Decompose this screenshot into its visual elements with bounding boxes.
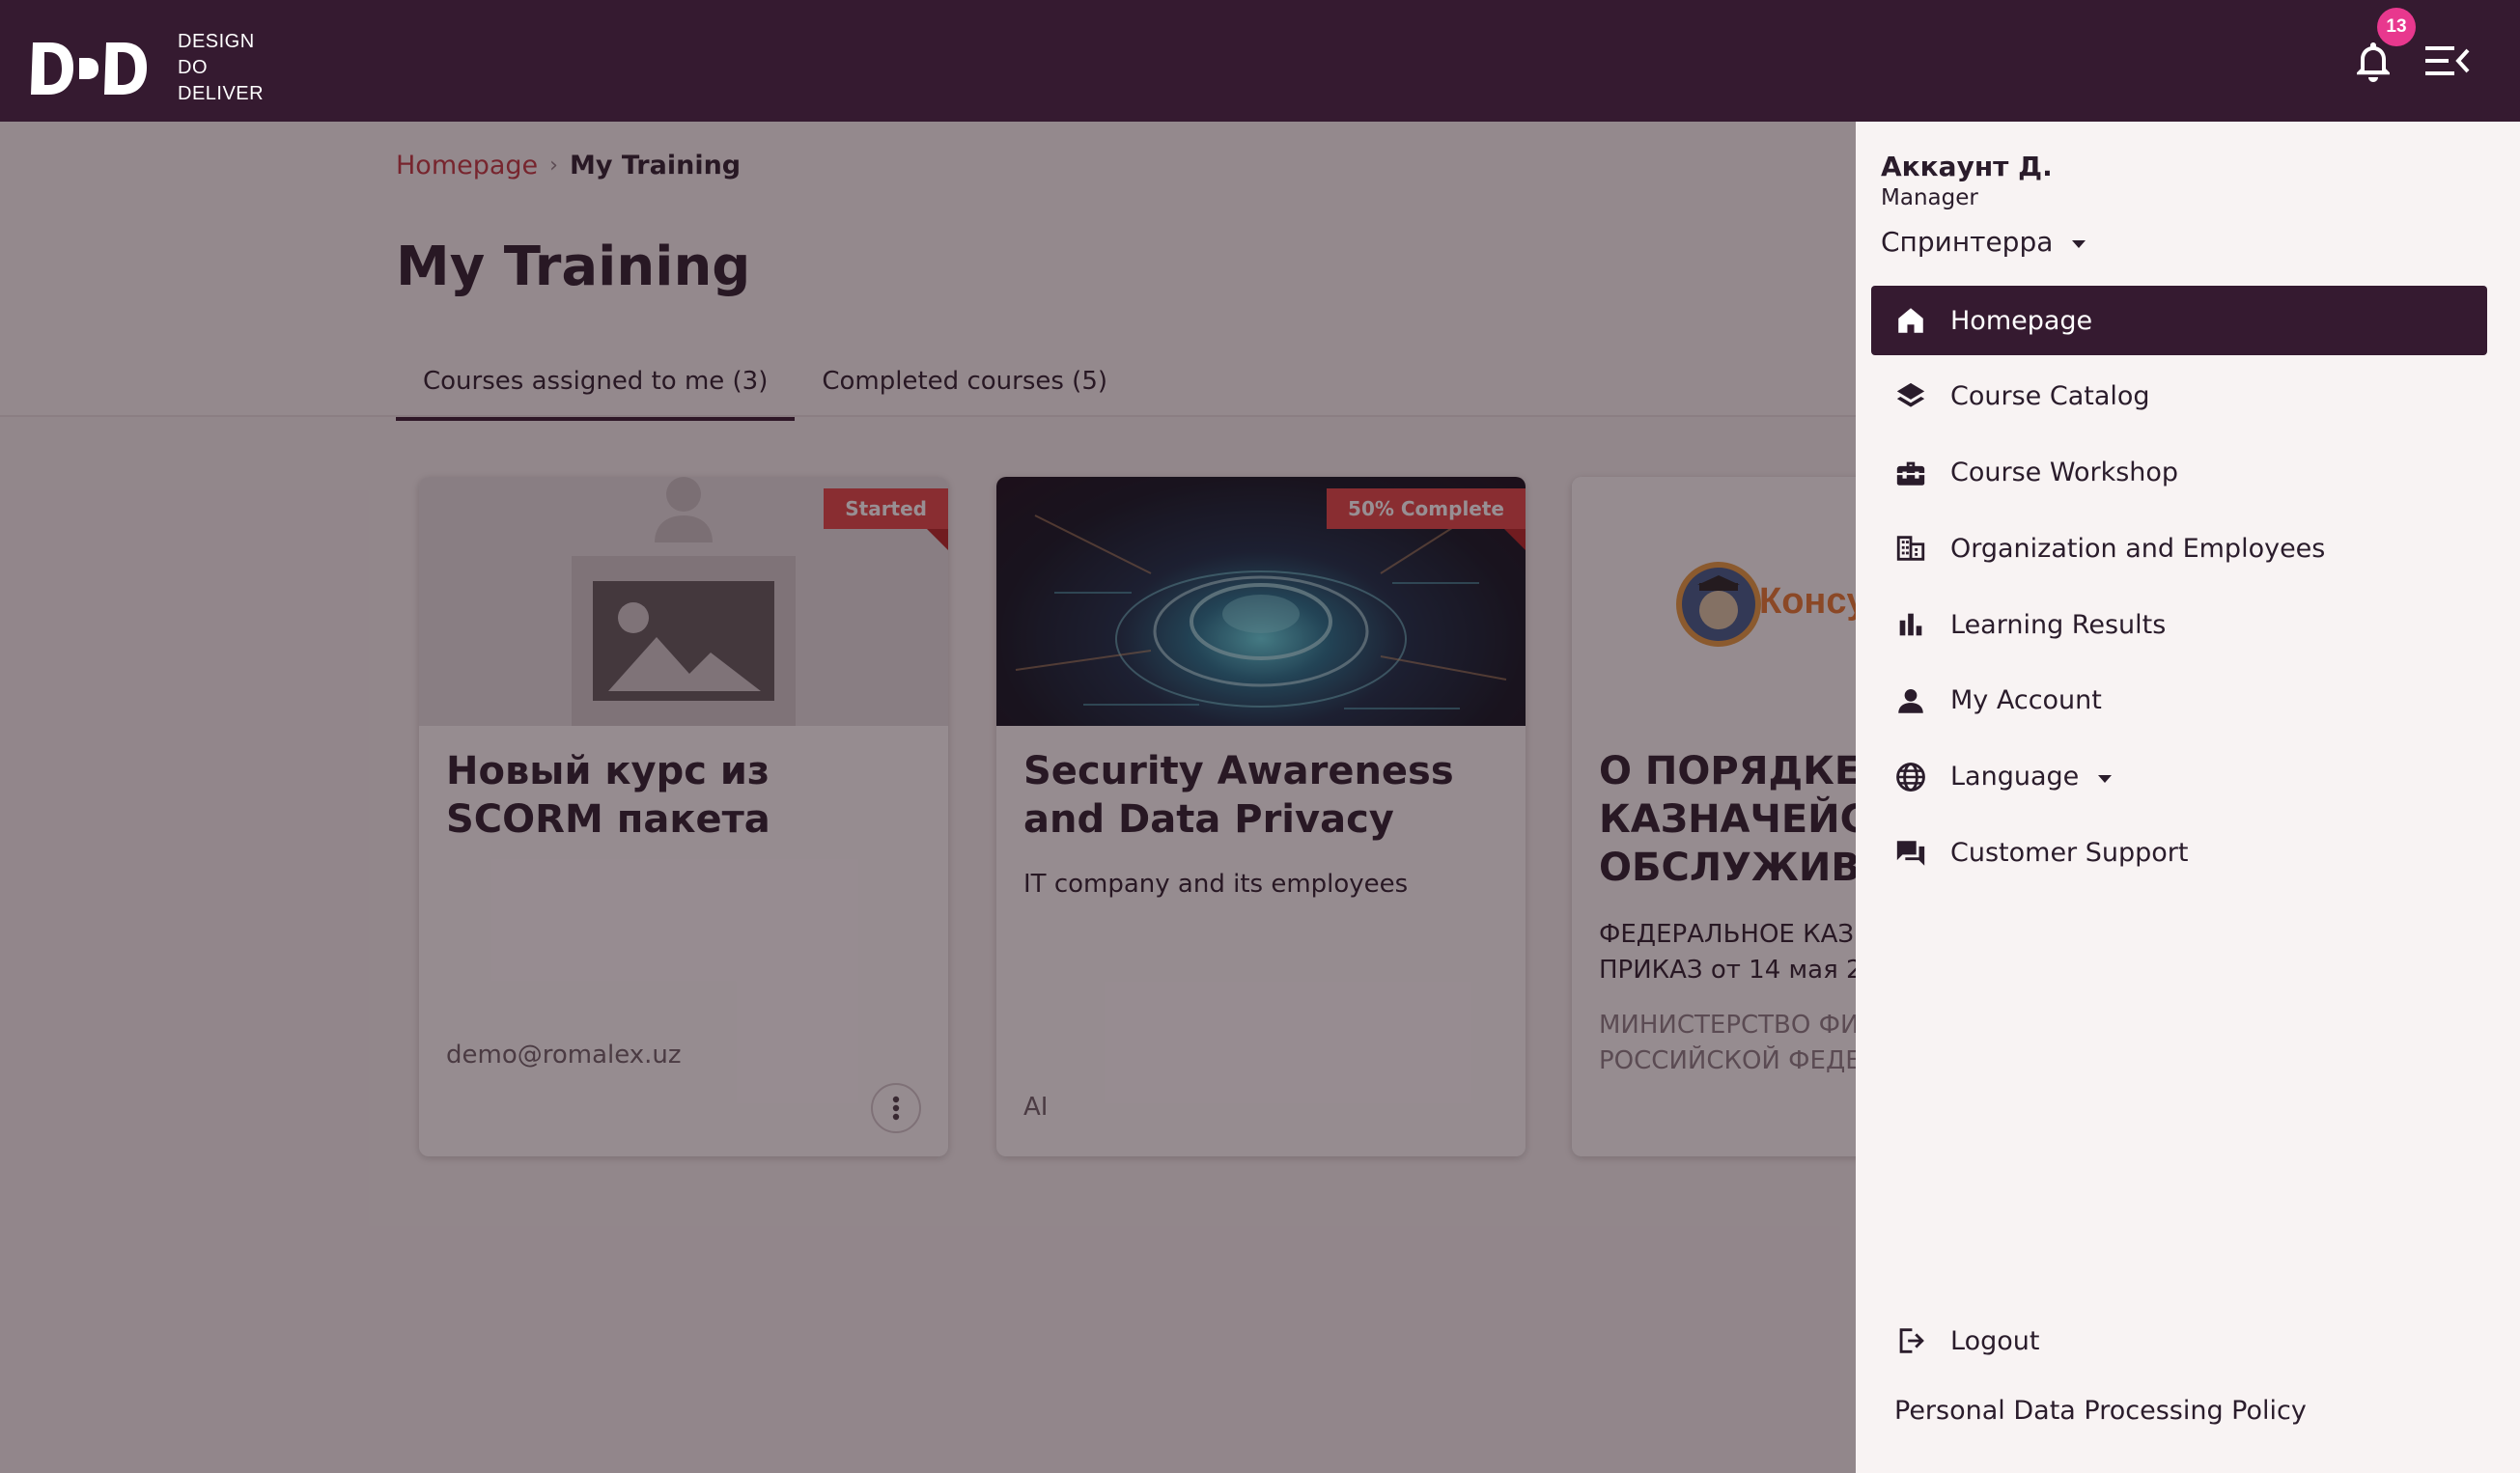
- nav-item-homepage[interactable]: Homepage: [1871, 286, 2487, 355]
- layers-icon: [1896, 382, 1925, 407]
- user-name: Аккаунт Д.: [1881, 151, 2053, 182]
- person-icon: [1898, 688, 1923, 713]
- caret-down-icon: [2098, 774, 2113, 783]
- logout-icon: [1899, 1328, 1924, 1353]
- logo-line: DESIGN: [178, 31, 255, 52]
- overlay-backdrop[interactable]: [0, 122, 1856, 1473]
- drawer-nav: Homepage Course Catalog Course Workshop …: [1871, 286, 2487, 894]
- nav-item-label: Organization and Employees: [1950, 533, 2326, 564]
- forum-icon: [1896, 840, 1925, 866]
- nav-item-label: Course Catalog: [1950, 381, 2150, 412]
- nav-item-course-workshop[interactable]: Course Workshop: [1871, 438, 2487, 508]
- logo-line: DELIVER: [178, 83, 265, 104]
- globe-icon: [1896, 762, 1925, 792]
- nav-item-label: Course Workshop: [1950, 458, 2179, 488]
- top-bar: DESIGN DO DELIVER 13: [0, 0, 2520, 122]
- notification-badge: 13: [2377, 8, 2416, 46]
- home-icon: [1898, 308, 1923, 333]
- building-icon: [1896, 536, 1925, 562]
- nav-item-my-account[interactable]: My Account: [1871, 666, 2487, 736]
- bell-icon[interactable]: [2352, 39, 2394, 83]
- nav-item-course-catalog[interactable]: Course Catalog: [1871, 362, 2487, 431]
- nav-item-label: My Account: [1950, 685, 2102, 716]
- nav-item-label: Customer Support: [1950, 838, 2189, 869]
- nav-item-customer-support[interactable]: Customer Support: [1871, 819, 2487, 888]
- nav-item-learning-results[interactable]: Learning Results: [1871, 590, 2487, 659]
- bar-chart-icon: [1899, 613, 1922, 636]
- menu-collapse-icon[interactable]: [2423, 42, 2470, 79]
- logout-button[interactable]: Logout: [1894, 1324, 2039, 1357]
- toolbox-icon: [1896, 461, 1925, 486]
- logout-label: Logout: [1950, 1325, 2040, 1356]
- nav-item-label: Learning Results: [1950, 609, 2167, 640]
- logo-mark-icon: [31, 42, 147, 95]
- nav-item-language[interactable]: Language: [1871, 742, 2487, 812]
- navigation-drawer: Аккаунт Д. Manager Спринтерра Homepage C…: [1856, 122, 2520, 1473]
- logo-text: DESIGN DO DELIVER: [178, 29, 264, 107]
- nav-item-label: Language: [1950, 762, 2080, 792]
- logo-line: DO: [178, 57, 208, 78]
- nav-item-label: Homepage: [1950, 305, 2093, 336]
- organization-select[interactable]: Спринтерра: [1881, 226, 2086, 258]
- user-role: Manager: [1881, 185, 1978, 210]
- organization-name: Спринтерра: [1881, 226, 2054, 258]
- logo[interactable]: DESIGN DO DELIVER: [29, 29, 264, 107]
- nav-item-organization[interactable]: Organization and Employees: [1871, 514, 2487, 583]
- privacy-policy-link[interactable]: Personal Data Processing Policy: [1894, 1396, 2307, 1426]
- caret-down-icon: [2072, 239, 2086, 248]
